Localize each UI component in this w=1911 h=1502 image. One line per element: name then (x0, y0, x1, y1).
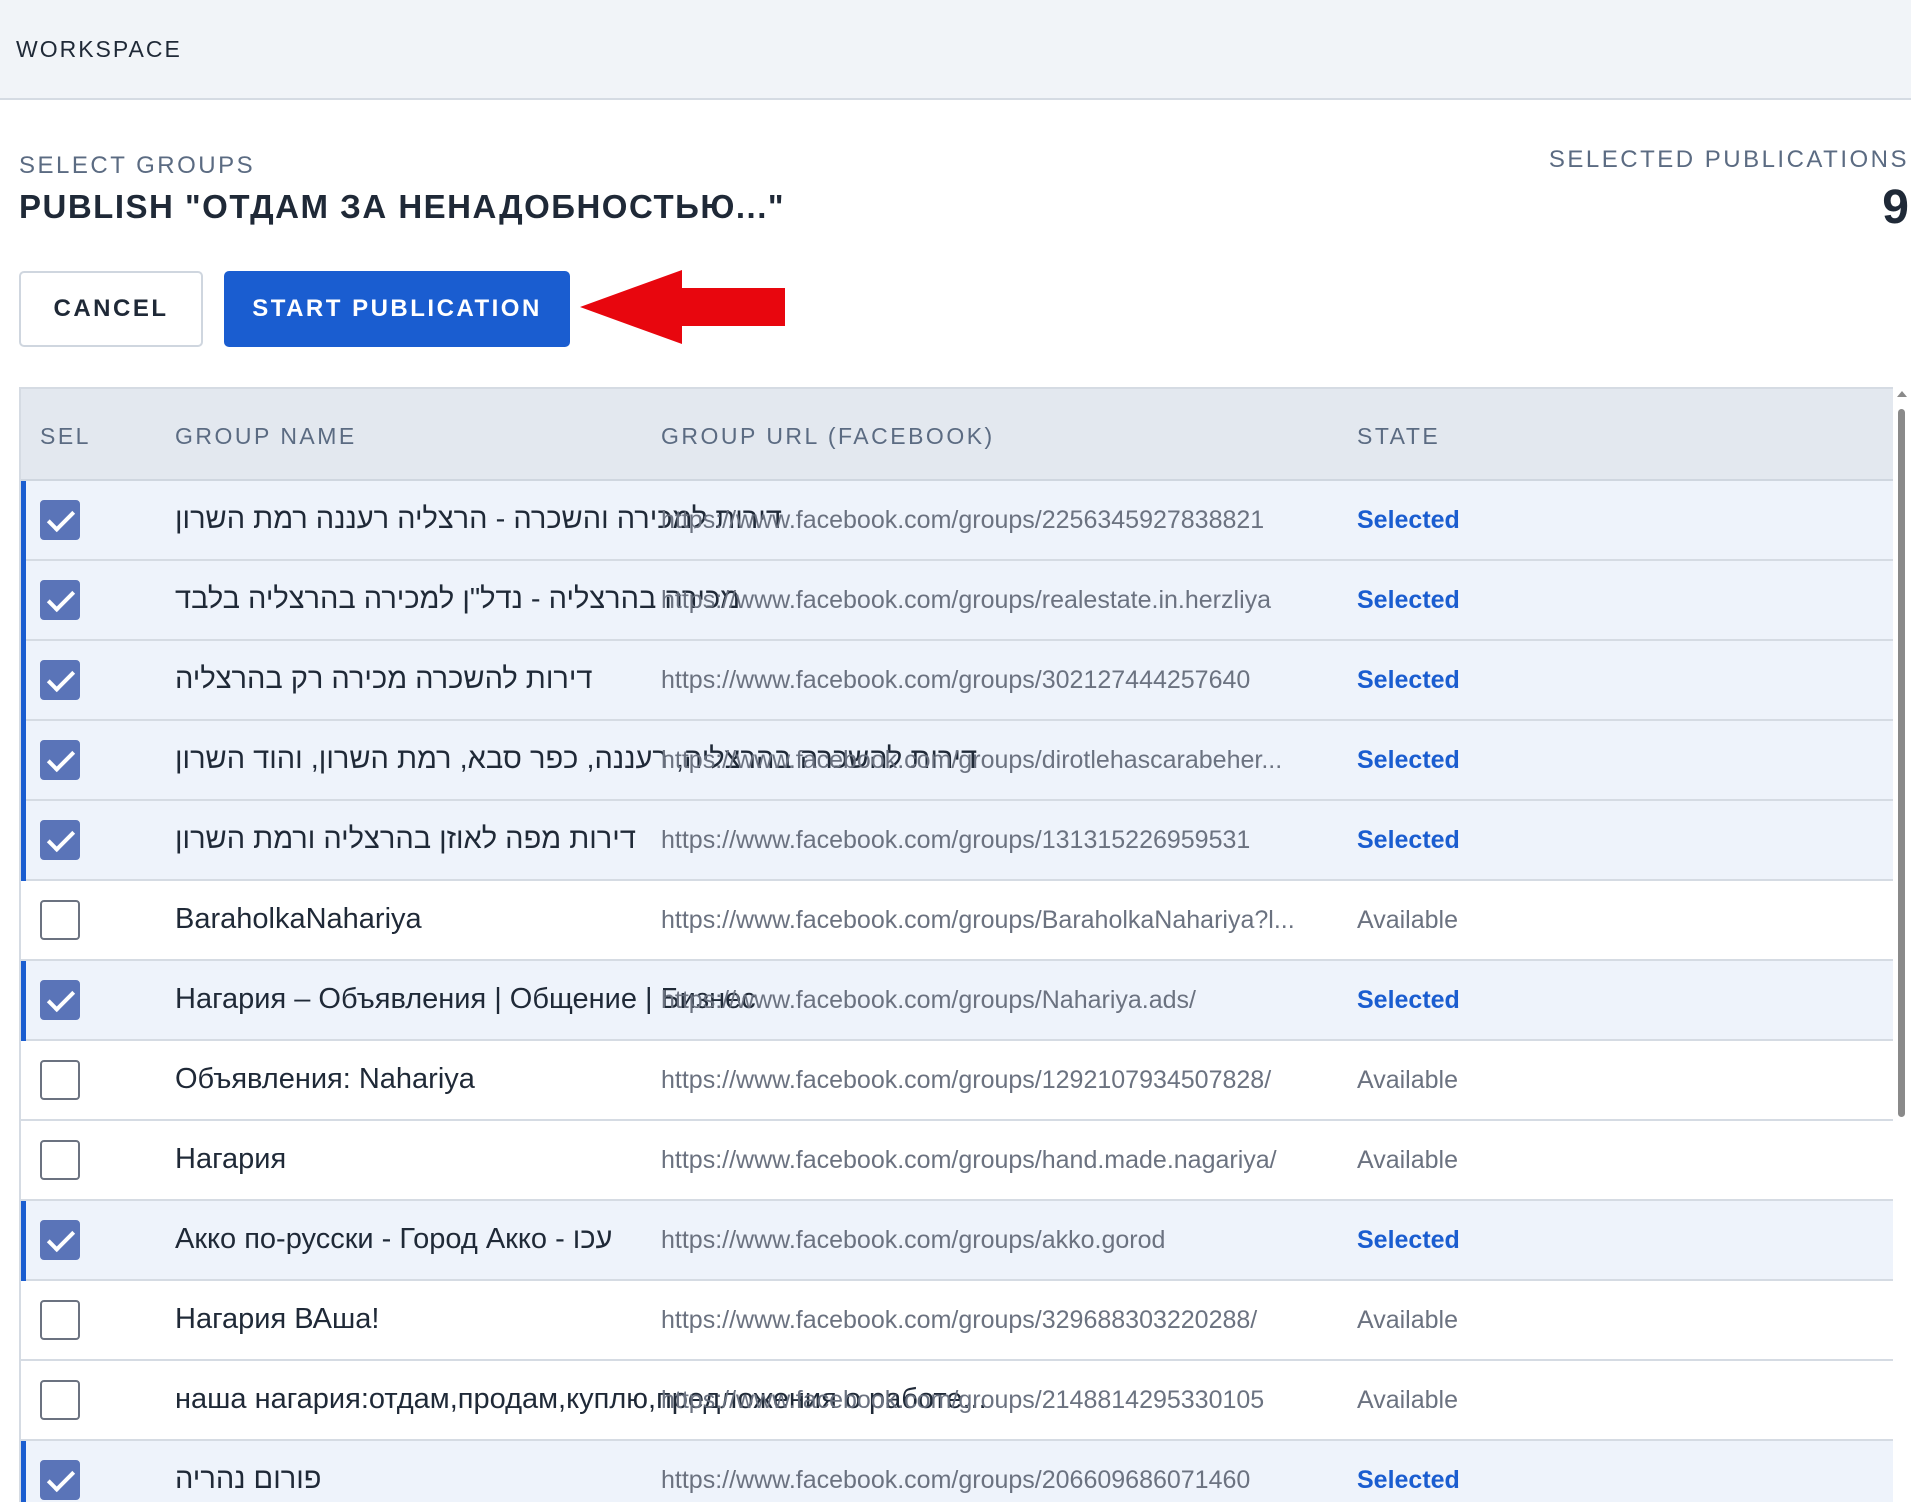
column-header-state[interactable]: STATE (1357, 423, 1440, 450)
table-row[interactable]: דירות להשכרה מכירה רק בהרצליה https://www… (21, 641, 1893, 721)
checkbox-unchecked[interactable] (40, 1140, 80, 1180)
checkbox-checked[interactable] (40, 740, 80, 780)
table-scrollbar[interactable] (1893, 387, 1911, 1502)
group-url[interactable]: https://www.facebook.com/groups/21488142… (661, 1386, 1264, 1415)
selected-publications-count: 9 (1882, 181, 1909, 234)
selected-publications-label: SELECTED PUBLICATIONS (1548, 146, 1909, 173)
group-name: Акко по-русски - Город Акко - עכו (175, 1223, 613, 1255)
section-sub-label: SELECT GROUPS (19, 152, 256, 179)
scroll-up-icon[interactable] (1897, 391, 1907, 397)
group-url[interactable]: https://www.facebook.com/groups/akko.gor… (661, 1226, 1165, 1255)
groups-table: SEL GROUP NAME GROUP URL (FACEBOOK) STAT… (19, 387, 1893, 1502)
group-url[interactable]: https://www.facebook.com/groups/30212744… (661, 666, 1250, 695)
group-url[interactable]: https://www.facebook.com/groups/13131522… (661, 826, 1250, 855)
table-row[interactable]: Объявления: Nahariya https://www.facebook… (21, 1041, 1893, 1121)
group-url[interactable]: https://www.facebook.com/groups/realesta… (661, 586, 1271, 615)
table-row[interactable]: Нагария https://www.facebook.com/groups/h… (21, 1121, 1893, 1201)
group-name: מכירה בהרצליה - נדל"ן למכירה בהרצליה בלב… (175, 583, 741, 615)
group-url[interactable]: https://www.facebook.com/groups/hand.mad… (661, 1146, 1277, 1175)
group-state: Selected (1357, 1226, 1460, 1254)
group-state: Available (1357, 1066, 1459, 1094)
workspace-title: WORKSPACE (16, 36, 182, 62)
checkbox-unchecked[interactable] (40, 1300, 80, 1340)
group-url[interactable]: https://www.facebook.com/groups/dirotleh… (661, 746, 1282, 775)
group-state: Available (1357, 1306, 1459, 1334)
group-url[interactable]: https://www.facebook.com/groups/Nahariya… (661, 986, 1196, 1015)
checkbox-checked[interactable] (40, 1220, 80, 1260)
group-state: Available (1357, 1146, 1459, 1174)
checkbox-unchecked[interactable] (40, 900, 80, 940)
group-url[interactable]: https://www.facebook.com/groups/12921079… (661, 1066, 1271, 1095)
checkbox-checked[interactable] (40, 580, 80, 620)
checkbox-checked[interactable] (40, 980, 80, 1020)
group-state: Selected (1357, 986, 1460, 1014)
checkbox-unchecked[interactable] (40, 1380, 80, 1420)
group-state: Selected (1357, 746, 1460, 774)
cancel-button[interactable]: CANCEL (19, 271, 203, 347)
checkbox-checked[interactable] (40, 500, 80, 540)
table-row[interactable]: Нагария ВАша! https://www.facebook.com/gr… (21, 1281, 1893, 1361)
table-row[interactable]: наша нагария:отдам,продам,куплю,предложе… (21, 1361, 1893, 1441)
table-row[interactable]: דירות להשכרה בהרצליה, רעננה, כפר סבא, רמ… (21, 721, 1893, 801)
group-state: Selected (1357, 826, 1460, 854)
page-title: PUBLISH "ОТДАМ ЗА НЕНАДОБНОСТЬЮ..." (19, 188, 786, 225)
group-state: Available (1357, 906, 1459, 934)
checkbox-checked[interactable] (40, 660, 80, 700)
group-url[interactable]: https://www.facebook.com/groups/22563459… (661, 506, 1264, 535)
table-row[interactable]: מכירה בהרצליה - נדל"ן למכירה בהרצליה בלב… (21, 561, 1893, 641)
group-state: Selected (1357, 586, 1460, 614)
group-url[interactable]: https://www.facebook.com/groups/20660968… (661, 1466, 1250, 1495)
group-name: Объявления: Nahariya (175, 1063, 475, 1095)
red-arrow-icon (580, 270, 785, 344)
group-name: פורום נהריה (175, 1463, 322, 1495)
group-url[interactable]: https://www.facebook.com/groups/Baraholk… (661, 906, 1295, 935)
checkbox-checked[interactable] (40, 820, 80, 860)
table-row[interactable]: דירות למכירה והשכרה - הרצליה רעננה רמת ה… (21, 481, 1893, 561)
table-row[interactable]: Акко по-русски - Город Акко - עכו https:/… (21, 1201, 1893, 1281)
table-row[interactable]: Нагария – Объявления | Общение | Бизнес h… (21, 961, 1893, 1041)
group-url[interactable]: https://www.facebook.com/groups/32968830… (661, 1306, 1257, 1335)
column-header-sel[interactable]: SEL (40, 423, 91, 450)
table-row[interactable]: פורום נהריה https://www.facebook.com/grou… (21, 1441, 1893, 1502)
group-state: Selected (1357, 666, 1460, 694)
checkbox-unchecked[interactable] (40, 1060, 80, 1100)
table-row[interactable]: דירות מפה לאוזן בהרצליה ורמת השרון https:… (21, 801, 1893, 881)
group-name: דירות להשכרה מכירה רק בהרצליה (175, 663, 593, 695)
table-row[interactable]: BaraholkaNahariya https://www.facebook.co… (21, 881, 1893, 961)
column-header-group-url[interactable]: GROUP URL (FACEBOOK) (661, 423, 995, 450)
group-name: דירות מפה לאוזן בהרצליה ורמת השרון (175, 823, 636, 855)
group-name: Нагария (175, 1143, 287, 1175)
group-name: Нагария ВАша! (175, 1303, 380, 1335)
top-bar: WORKSPACE (0, 0, 1911, 100)
group-state: Selected (1357, 506, 1460, 534)
start-publication-button[interactable]: START PUBLICATION (224, 271, 570, 347)
group-name: BaraholkaNahariya (175, 903, 422, 935)
column-header-group-name[interactable]: GROUP NAME (175, 423, 357, 450)
checkbox-checked[interactable] (40, 1460, 80, 1500)
table-header: SEL GROUP NAME GROUP URL (FACEBOOK) STAT… (21, 387, 1893, 481)
group-state: Available (1357, 1386, 1459, 1414)
group-state: Selected (1357, 1466, 1460, 1494)
scrollbar-thumb[interactable] (1898, 409, 1905, 1117)
